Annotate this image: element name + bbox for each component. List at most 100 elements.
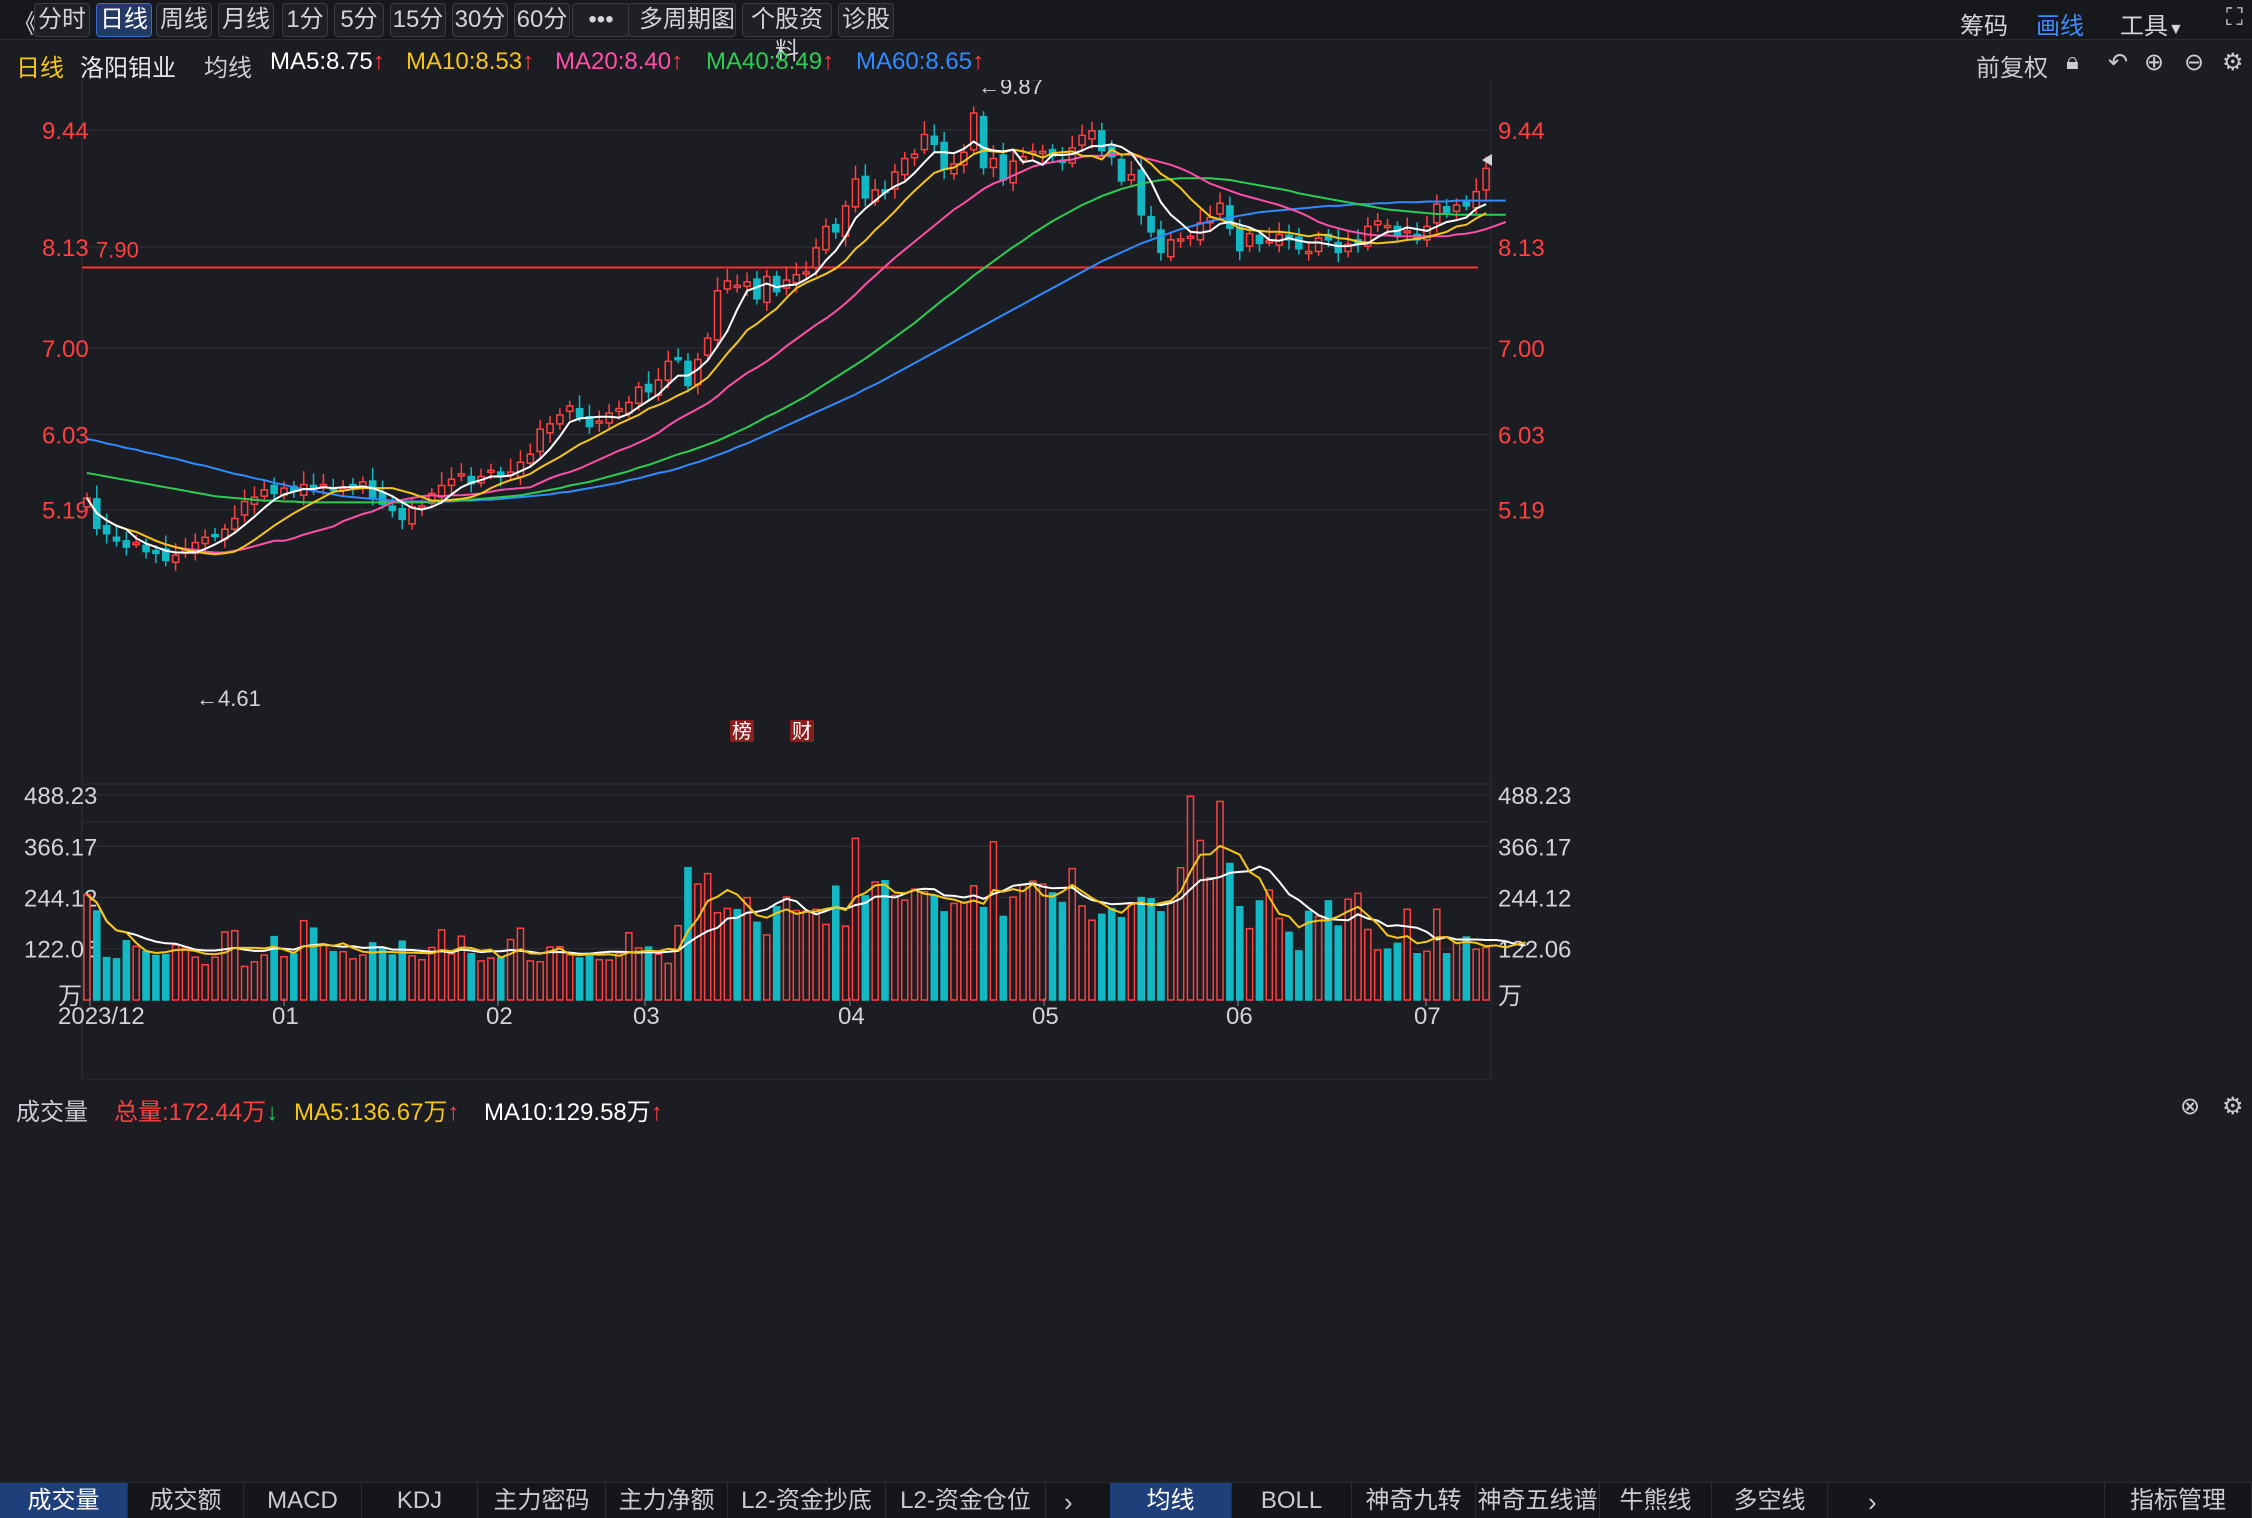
adjust-mode-button[interactable]: 前复权 — [1976, 48, 2048, 83]
candle-body — [762, 275, 771, 304]
volume-bar — [191, 956, 200, 1001]
ma60-value: MA60:8.65↑ — [856, 48, 985, 75]
candle-body — [812, 247, 820, 269]
volume-bar — [812, 908, 820, 1001]
volume-bar — [851, 837, 860, 1001]
indicator-tab[interactable]: L2-资金抄底 — [728, 1483, 886, 1518]
stock-name[interactable]: 洛阳钼业 — [80, 48, 176, 83]
candle-body — [447, 478, 456, 487]
candle-body — [102, 524, 111, 535]
period-tab[interactable]: 月线 — [218, 3, 274, 37]
tools-dropdown[interactable]: 工具▼ — [2120, 6, 2184, 41]
volume-bar — [1462, 936, 1471, 1001]
volume-bar — [1097, 913, 1106, 1001]
volume-bar — [457, 935, 466, 1001]
candle-body — [1235, 226, 1244, 252]
chips-button[interactable]: 筹码 — [1960, 6, 2008, 41]
ma-indicator-label[interactable]: 均线 — [204, 48, 252, 83]
period-tab[interactable]: 5分 — [334, 3, 384, 37]
price-axis-label-right: 7.00 — [1498, 336, 1545, 363]
volume-bar — [260, 954, 269, 1001]
candle-body — [694, 358, 702, 386]
indicator-tab[interactable]: 主力净额 — [606, 1483, 728, 1518]
settings-icon[interactable]: ⚙ — [2222, 1092, 2244, 1121]
price-chart[interactable]: 9.44 9.44 8.13 8.13 7.00 7.00 6.03 6.03 5.19 5.19… — [0, 80, 2252, 1080]
candle-body — [979, 115, 988, 169]
volume-bar — [979, 906, 988, 1001]
candle-body — [605, 412, 613, 424]
volume-bar — [122, 940, 131, 1001]
volume-bar — [969, 885, 978, 1001]
undo-icon[interactable]: ↶ — [2108, 48, 2128, 77]
stock-profile-button[interactable]: 个股资料 — [742, 3, 832, 65]
current-price-marker — [1482, 154, 1492, 166]
candle-body — [999, 154, 1008, 181]
close-icon[interactable]: ⊗ — [2180, 1092, 2200, 1121]
chevron-right-icon[interactable]: › — [1064, 1487, 1073, 1518]
indicator-tab[interactable]: L2-资金仓位 — [886, 1483, 1046, 1518]
candle-body — [546, 423, 554, 434]
period-tab[interactable]: 分时 — [34, 3, 90, 37]
candle-body — [733, 284, 742, 289]
arrow-up-icon: ↑ — [522, 48, 535, 75]
indicator-tab[interactable]: 成交量 — [0, 1483, 128, 1518]
candle-body — [171, 554, 180, 564]
overlay-tab[interactable]: 牛熊线 — [1600, 1483, 1712, 1518]
draw-line-button[interactable]: 画线 — [2036, 6, 2084, 41]
price-axis-label: 9.44 — [42, 118, 89, 145]
price-axis-label-right: 9.44 — [1498, 118, 1545, 145]
indicator-tab[interactable]: KDJ — [362, 1483, 478, 1518]
volume-axis-label-right: 122.06 — [1498, 937, 1571, 964]
ma-header: 日线 洛阳钼业 均线 MA5:8.75↑ MA10:8.53↑ MA20:8.4… — [0, 44, 2252, 83]
candle-body — [802, 271, 811, 275]
period-tab[interactable]: 日线 — [96, 3, 152, 37]
settings-icon[interactable]: ⚙ — [2222, 48, 2244, 77]
chevron-right-icon[interactable]: › — [1868, 1487, 1877, 1518]
period-tab[interactable]: 1分 — [282, 3, 328, 37]
candle-body — [1176, 238, 1185, 242]
multi-period-dropdown[interactable]: 多周期图 ⌄ — [628, 3, 736, 37]
top-toolbar: 《 分时 日线 周线 月线 1分 5分 15分 30分 60分 ••• 多周期图 ⌄ 个股资料 诊… — [0, 0, 2252, 65]
overlay-tab[interactable]: 神奇五线谱 — [1476, 1483, 1600, 1518]
indicator-tab[interactable]: 主力密码 — [478, 1483, 606, 1518]
ma20-line — [86, 153, 1507, 554]
period-tab[interactable]: 15分 — [390, 3, 446, 37]
support-line-label: 7.90 — [96, 238, 139, 263]
volume-bar — [1393, 942, 1402, 1001]
diagnose-button[interactable]: 诊股 — [838, 3, 894, 37]
candle-body — [634, 386, 643, 405]
more-periods-button[interactable]: ••• — [572, 3, 630, 37]
candle-body — [1117, 158, 1126, 182]
period-tab[interactable]: 周线 — [156, 3, 212, 37]
volume-bar — [881, 880, 889, 1001]
overlay-tab[interactable]: 神奇九转 — [1352, 1483, 1476, 1518]
volume-bar — [102, 956, 111, 1001]
candle-body — [713, 290, 722, 341]
indicator-tab[interactable]: 成交额 — [128, 1483, 244, 1518]
volume-bar — [1019, 884, 1027, 1001]
period-tab[interactable]: 60分 — [514, 3, 570, 37]
volume-bar — [1452, 942, 1461, 1001]
volume-axis-label: 488.23 — [24, 783, 97, 810]
candle-body — [230, 517, 239, 530]
volume-label[interactable]: 成交量 — [16, 1092, 88, 1127]
zoom-in-icon[interactable]: ⊕ — [2144, 48, 2164, 77]
overlay-tab[interactable]: BOLL — [1232, 1483, 1352, 1518]
overlay-tab[interactable]: 均线 — [1110, 1483, 1232, 1518]
candle-body — [1088, 130, 1096, 140]
candle-body — [1304, 250, 1313, 255]
indicator-manage-button[interactable]: 指标管理 — [2104, 1483, 2252, 1518]
volume-bar — [92, 910, 101, 1001]
volume-bar — [1265, 889, 1274, 1001]
lock-icon[interactable]: 🔒︎ — [2066, 48, 2079, 76]
candle-body — [1482, 167, 1490, 191]
period-tab[interactable]: 30分 — [452, 3, 508, 37]
indicator-tab[interactable]: MACD — [244, 1483, 362, 1518]
zoom-out-icon[interactable]: ⊖ — [2184, 48, 2204, 77]
volume-bar — [1226, 862, 1234, 1001]
candle-body — [418, 505, 426, 509]
candle-body — [1038, 150, 1047, 155]
fullscreen-icon[interactable]: ⛶ — [2226, 4, 2243, 32]
candle-body — [457, 473, 466, 477]
overlay-tab[interactable]: 多空线 — [1712, 1483, 1828, 1518]
